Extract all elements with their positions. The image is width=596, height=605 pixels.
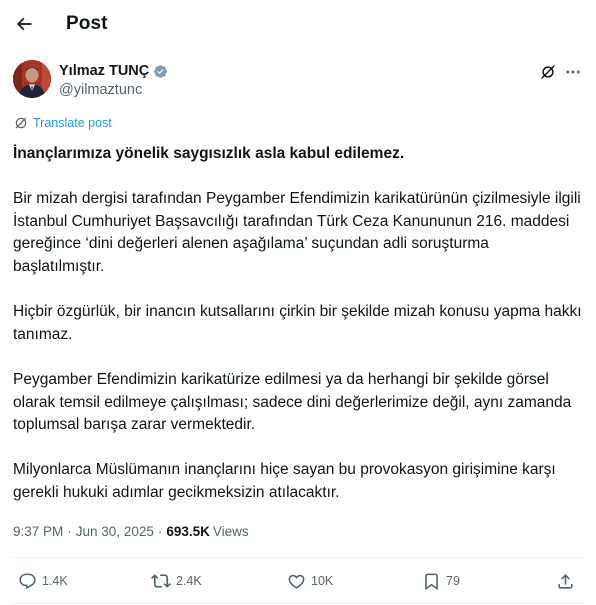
author-handle[interactable]: @yilmaztunc [59,82,142,98]
post-header: Post [0,0,596,52]
avatar[interactable] [13,60,51,98]
reply-icon [19,573,36,589]
more-options-button[interactable] [563,62,583,82]
tweet-paragraph: Hiçbir özgürlük, bir inancın kutsalların… [13,303,582,343]
divider [12,557,584,558]
repost-button[interactable]: 2.4K [151,566,202,596]
tweet-time[interactable]: 9:37 PM [13,524,63,539]
arrow-left-icon [16,17,32,31]
grok-button[interactable] [538,62,558,82]
author-block: Yılmaz TUNÇ @yilmaztunc [12,60,584,104]
bookmark-icon [425,573,438,590]
tweet-date[interactable]: Jun 30, 2025 [76,524,154,539]
page-title: Post [66,13,108,34]
views-count[interactable]: 693.5K [166,524,210,539]
author-name[interactable]: Yılmaz TUNÇ [59,63,149,79]
like-count: 10K [311,574,334,588]
tweet-paragraph: Peygamber Efendimizin karikatürize edilm… [13,370,572,434]
more-horizontal-icon [566,70,580,74]
meta-separator: · [157,524,163,539]
share-icon [558,573,573,589]
bookmark-button[interactable]: 79 [422,566,460,596]
reply-button[interactable]: 1.4K [18,566,68,596]
author-name-row[interactable]: Yılmaz TUNÇ [59,63,168,79]
tweet-paragraph: Milyonlarca Müslümanın inançlarını hiçe … [13,461,556,501]
back-button[interactable] [8,8,40,40]
verified-badge-icon [154,64,168,78]
repost-icon [151,574,171,588]
reply-count: 1.4K [42,574,68,588]
repost-count: 2.4K [176,574,202,588]
tweet-meta: 9:37 PM · Jun 30, 2025 · 693.5K Views [13,524,249,539]
tweet-paragraph: İnançlarımıza yönelik saygısızlık asla k… [13,145,405,162]
grok-icon [541,65,555,79]
meta-separator: · [67,524,72,539]
tweet-paragraph: Bir mizah dergisi tarafından Peygamber E… [13,190,581,275]
translate-label[interactable]: Translate post [33,116,112,130]
translate-post-link[interactable]: Translate post [14,116,112,130]
avatar-image [13,60,51,98]
share-button[interactable] [556,566,575,596]
action-bar: 1.4K 2.4K 10K 79 [0,566,596,596]
heart-icon [288,574,305,589]
globe-icon [15,117,27,129]
divider [12,603,584,604]
views-label: Views [212,524,249,539]
tweet-text: İnançlarımıza yönelik saygısızlık asla k… [13,143,583,505]
bookmark-count: 79 [446,574,460,588]
like-button[interactable]: 10K [287,566,333,596]
